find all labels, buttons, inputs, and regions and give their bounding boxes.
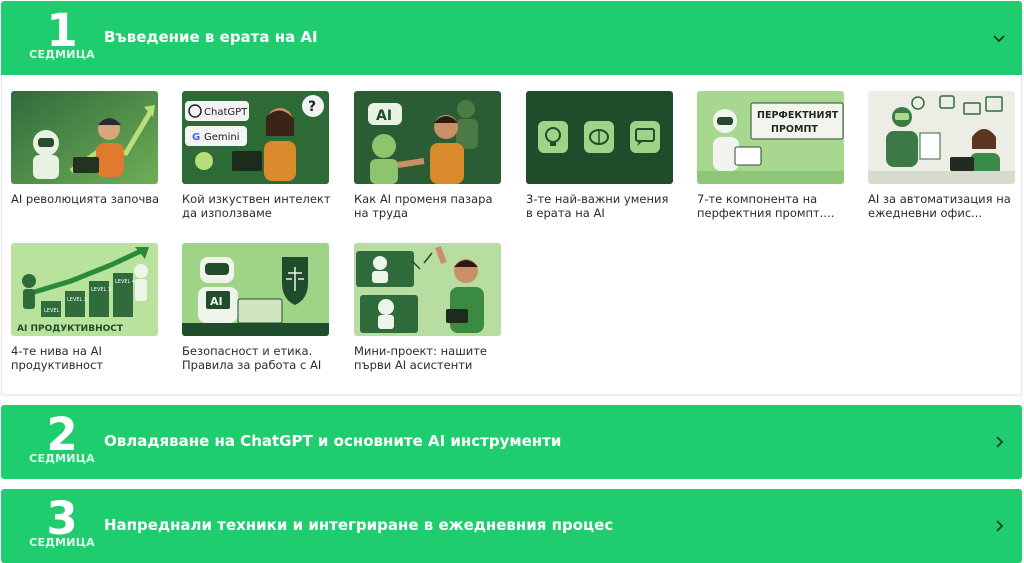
lesson-thumbnail: LEVEL LEVEL 2 LEVEL 3 LEVEL 4 AI ПРОДУКТ… bbox=[11, 243, 158, 336]
week-title: Овладяване на ChatGPT и основните AI инс… bbox=[104, 432, 562, 450]
chevron-right-icon[interactable] bbox=[990, 433, 1008, 451]
thumb-text: ChatGPT bbox=[204, 107, 248, 118]
chevron-down-icon[interactable] bbox=[990, 29, 1008, 47]
thumb-text: AI bbox=[210, 295, 223, 308]
lesson-title[interactable]: 4-те нива на AI продуктивност bbox=[11, 344, 161, 372]
week-label: СЕДМИЦА bbox=[29, 48, 95, 61]
week-label: СЕДМИЦА bbox=[29, 536, 95, 549]
lesson-card[interactable]: 3-те най-важни умения в ерата на AI bbox=[526, 91, 673, 220]
lesson-card[interactable]: AI Безопасност и етика. Правила за работ… bbox=[182, 243, 329, 372]
lesson-title[interactable]: 3-те най-важни умения в ерата на AI bbox=[526, 192, 676, 220]
week-2-header[interactable]: 2 СЕДМИЦА Овладяване на ChatGPT и основн… bbox=[1, 405, 1022, 479]
lesson-thumbnail: ПЕРФЕКТНИЯТ ПРОМПТ bbox=[697, 91, 844, 184]
thumb-text: ПРОМПТ bbox=[771, 124, 818, 135]
lesson-card[interactable]: Мини-проект: нашите първи AI асистенти bbox=[354, 243, 501, 372]
thumb-text: LEVEL bbox=[44, 308, 60, 314]
lesson-thumbnail bbox=[11, 91, 158, 184]
svg-text:G: G bbox=[192, 132, 200, 143]
thumb-text: LEVEL 3 bbox=[91, 287, 111, 293]
thumb-text: LEVEL 4 bbox=[115, 279, 135, 285]
lesson-title[interactable]: AI за автоматизация на ежедневни офис... bbox=[868, 192, 1018, 220]
lesson-card[interactable]: ChatGPT G Gemini ? Кой изкуствен интелек… bbox=[182, 91, 332, 220]
lesson-thumbnail bbox=[526, 91, 673, 184]
lesson-title[interactable]: 7-те компонента на перфектния промпт.... bbox=[697, 192, 847, 220]
thumb-text: ПЕРФЕКТНИЯТ bbox=[757, 110, 839, 121]
lesson-card[interactable]: ПЕРФЕКТНИЯТ ПРОМПТ 7-те компонента на пе… bbox=[697, 91, 844, 220]
lesson-title[interactable]: Мини-проект: нашите първи AI асистенти bbox=[354, 344, 504, 372]
week-label: СЕДМИЦА bbox=[29, 452, 95, 465]
thumb-text: AI bbox=[376, 108, 392, 124]
week-3-header[interactable]: 3 СЕДМИЦА Напреднали техники и интегрира… bbox=[1, 489, 1022, 563]
lesson-title[interactable]: Как AI променя пазара на труда bbox=[354, 192, 504, 220]
week-1-lessons-panel: AI революцията започва ChatGPT G Gemini … bbox=[1, 75, 1022, 395]
week-title: Въведение в ерата на AI bbox=[104, 28, 318, 46]
lesson-title[interactable]: AI революцията започва bbox=[11, 192, 161, 206]
week-1-header[interactable]: 1 СЕДМИЦА Въведение в ерата на AI bbox=[1, 1, 1022, 75]
lesson-title[interactable]: Безопасност и етика. Правила за работа с… bbox=[182, 344, 332, 372]
lesson-card[interactable]: AI революцията започва bbox=[11, 91, 161, 206]
lesson-thumbnail: AI bbox=[182, 243, 329, 336]
lesson-card[interactable]: AI за автоматизация на ежедневни офис... bbox=[868, 91, 1015, 220]
week-title: Напреднали техники и интегриране в ежедн… bbox=[104, 516, 614, 534]
thumb-text: Gemini bbox=[204, 132, 240, 143]
thumb-text: LEVEL 2 bbox=[67, 297, 87, 303]
chevron-right-icon[interactable] bbox=[990, 517, 1008, 535]
lesson-card[interactable]: LEVEL LEVEL 2 LEVEL 3 LEVEL 4 AI ПРОДУКТ… bbox=[11, 243, 158, 372]
lesson-thumbnail: AI bbox=[354, 91, 501, 184]
lesson-thumbnail: ChatGPT G Gemini ? bbox=[182, 91, 329, 184]
thumb-text: AI ПРОДУКТИВНОСТ bbox=[17, 324, 124, 334]
lesson-title[interactable]: Кой изкуствен интелект да използваме bbox=[182, 192, 332, 220]
lesson-card[interactable]: AI Как AI променя пазара на труда bbox=[354, 91, 501, 220]
lesson-thumbnail bbox=[868, 91, 1015, 184]
svg-text:?: ? bbox=[308, 99, 316, 115]
lesson-thumbnail bbox=[354, 243, 501, 336]
